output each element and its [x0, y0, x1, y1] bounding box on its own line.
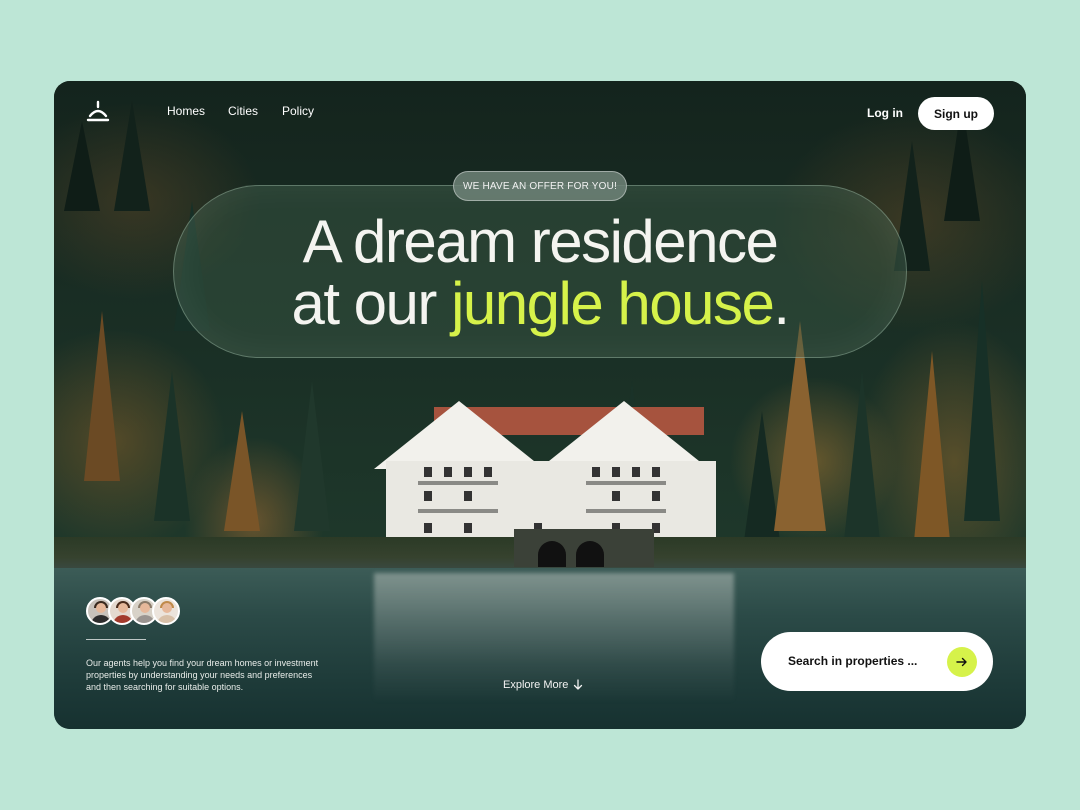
brand-logo-icon[interactable] — [86, 100, 110, 122]
avatar-shirt — [135, 615, 155, 623]
boathouse-arch — [576, 541, 604, 567]
tree-shape — [964, 281, 1000, 521]
house-balcony — [418, 481, 498, 485]
headline-accent: jungle house — [451, 270, 775, 337]
house-window — [612, 467, 620, 477]
arrow-right-icon — [956, 657, 967, 667]
nav-homes[interactable]: Homes — [167, 104, 205, 118]
signup-button[interactable]: Sign up — [918, 97, 994, 130]
headline-prefix: at our — [291, 270, 452, 337]
avatar-face — [96, 603, 106, 613]
house-balcony — [586, 509, 666, 513]
house-window — [484, 467, 492, 477]
tree-shape — [114, 101, 150, 211]
divider — [86, 639, 146, 640]
search-bar[interactable]: Search in properties ... — [761, 632, 993, 691]
avatar[interactable] — [152, 597, 180, 625]
house-window — [464, 467, 472, 477]
explore-more-link[interactable]: Explore More — [503, 679, 583, 691]
avatar-face — [118, 603, 128, 613]
house-window — [632, 467, 640, 477]
house-gable-right — [539, 401, 709, 469]
boathouse — [514, 529, 654, 567]
tree-shape — [84, 311, 120, 481]
headline-line-1: A dream residence — [302, 208, 779, 275]
avatar-face — [140, 603, 150, 613]
house-window — [424, 491, 432, 501]
agents-description: Our agents help you find your dream home… — [86, 658, 319, 692]
offer-badge[interactable]: WE HAVE AN OFFER FOR YOU! — [453, 171, 627, 201]
tree-shape — [914, 351, 950, 541]
house-window — [424, 467, 432, 477]
explore-label: Explore More — [503, 679, 569, 691]
arrow-down-icon — [574, 679, 583, 690]
tree-shape — [294, 381, 330, 531]
house-window — [652, 467, 660, 477]
headline-line-2: at our jungle house. — [173, 272, 907, 336]
avatar-shirt — [113, 615, 133, 623]
house-window — [464, 523, 472, 533]
house-window — [424, 523, 432, 533]
house-balcony — [586, 481, 666, 485]
tree-shape — [224, 411, 260, 531]
login-link[interactable]: Log in — [867, 106, 903, 120]
nav-cities[interactable]: Cities — [228, 104, 258, 118]
house-window — [444, 467, 452, 477]
tree-shape — [64, 121, 100, 211]
tree-shape — [844, 371, 880, 541]
search-submit-button[interactable] — [947, 647, 977, 677]
avatar-face — [162, 603, 172, 613]
house-window — [592, 467, 600, 477]
headline-suffix: . — [773, 270, 790, 337]
boathouse-arch — [538, 541, 566, 567]
house-window — [464, 491, 472, 501]
agent-avatars[interactable] — [86, 597, 180, 625]
house-window — [652, 491, 660, 501]
avatar-shirt — [91, 615, 111, 623]
house-gable-left — [374, 401, 544, 469]
tree-shape — [154, 371, 190, 521]
house-balcony — [418, 509, 498, 513]
house-window — [612, 491, 620, 501]
nav-policy[interactable]: Policy — [282, 104, 314, 118]
search-input[interactable]: Search in properties ... — [788, 654, 917, 668]
